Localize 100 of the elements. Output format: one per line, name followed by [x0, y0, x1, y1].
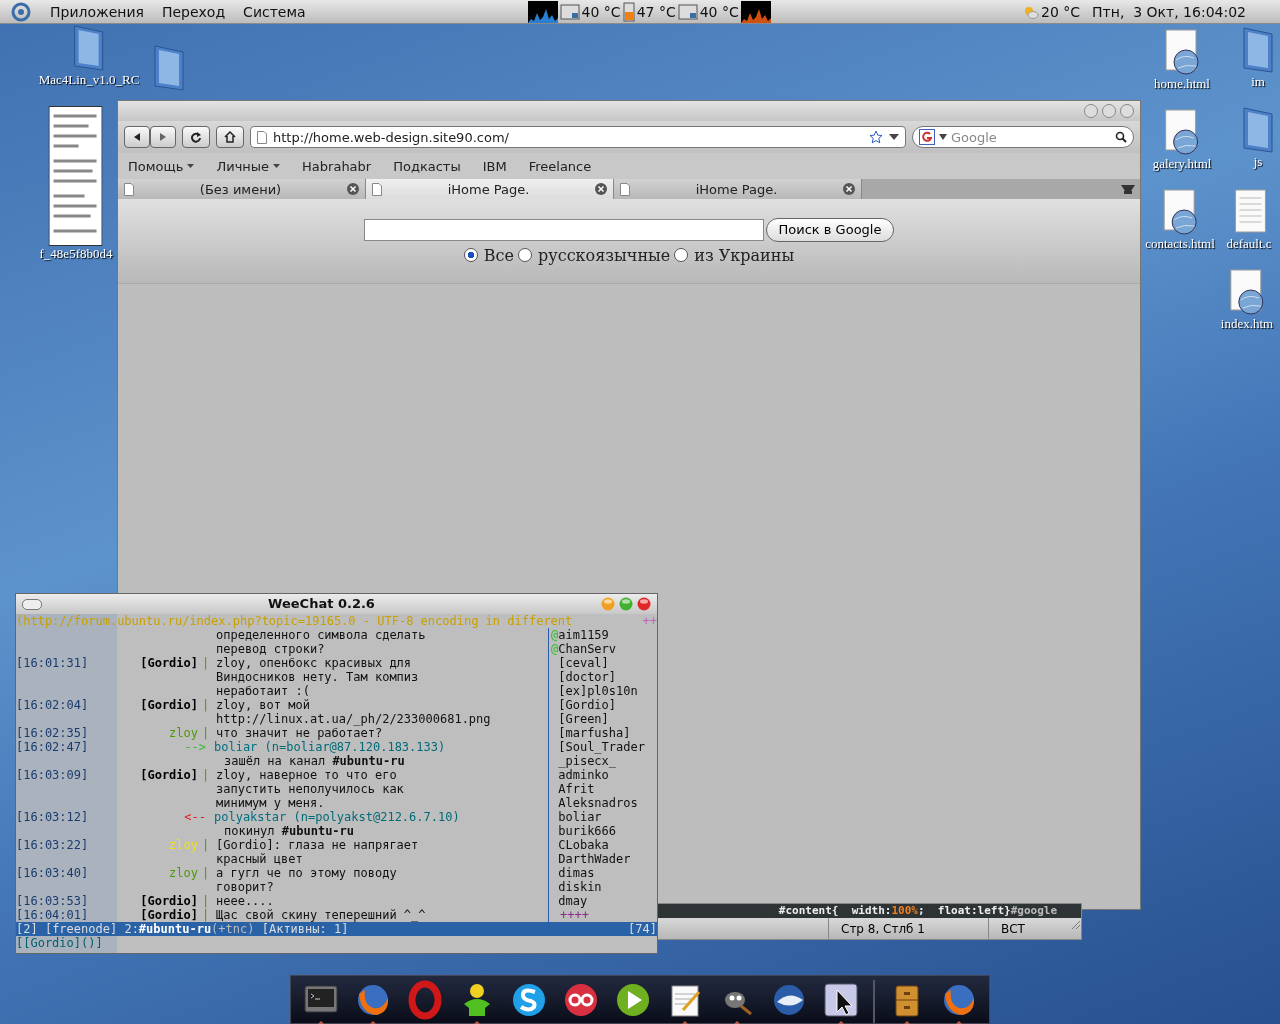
- nick-list-item[interactable]: [ex]pl0s10n: [558, 684, 638, 698]
- column-separator: |: [202, 656, 210, 670]
- bookmark-item[interactable]: Личные: [216, 158, 281, 174]
- clock[interactable]: Птн, 3 Окт, 16:04:02: [1092, 3, 1246, 20]
- message-text: запустить неполучилось как: [216, 782, 404, 796]
- panel-menu[interactable]: Система: [243, 3, 306, 20]
- home-button[interactable]: [216, 126, 244, 148]
- message-text: определенного символа сделать: [216, 628, 426, 642]
- g-logo-icon: [919, 129, 935, 145]
- load-graph: [527, 0, 558, 23]
- close-icon[interactable]: [347, 183, 359, 195]
- browser-tab[interactable]: iHome Page.: [614, 179, 862, 199]
- nick-list-item[interactable]: diskin: [558, 880, 602, 894]
- dropdown-icon[interactable]: [889, 133, 899, 141]
- search-icon[interactable]: [1115, 131, 1127, 143]
- nick-list-item[interactable]: CLobaka: [558, 838, 609, 852]
- nick: boliar: [214, 740, 258, 754]
- message-text: а гугл че по этому поводу: [216, 866, 397, 880]
- arrow-text: -->: [183, 740, 207, 754]
- nick-list-item[interactable]: boliar: [558, 810, 602, 824]
- radio-button[interactable]: [674, 248, 689, 262]
- message-text: неее....: [216, 894, 274, 908]
- google-search-button[interactable]: Поиск в Google: [765, 217, 895, 242]
- desktop-icon-label[interactable]: Mac4Lin_v1.0_RC: [38, 72, 140, 88]
- nick-list-item[interactable]: ChanServ: [558, 642, 617, 656]
- bookmark-item[interactable]: IBM: [482, 158, 507, 174]
- nick: zloy: [168, 866, 199, 880]
- nick-list-item[interactable]: [marfusha]: [558, 726, 631, 740]
- bookmark-item[interactable]: Habrahabr: [302, 158, 372, 174]
- bookmark-item[interactable]: Помощь: [128, 158, 195, 174]
- message-text: говорит?: [216, 880, 274, 894]
- message-text: zloy, опенбокс красивых для: [216, 656, 412, 670]
- reload-icon: [190, 131, 202, 143]
- nick-list-item[interactable]: [doctor]: [558, 670, 617, 684]
- host-text: (n=polyakst@212.6.7.10): [293, 810, 460, 824]
- desktop-icon-label[interactable]: contacts.html: [1145, 236, 1215, 252]
- address-field[interactable]: http://home.web-design.site90.com/: [250, 126, 906, 148]
- nick: [Gordio]: [139, 698, 199, 712]
- battery-icon: [622, 1, 635, 22]
- nick-list-item[interactable]: aim1159: [558, 628, 609, 642]
- host-text: (n=boliar@87.120.183.133): [264, 740, 446, 754]
- nick: zloy: [168, 726, 199, 740]
- nick-list-item[interactable]: Afrit: [558, 782, 595, 796]
- column-separator: |: [202, 698, 210, 712]
- nick-list-item[interactable]: Aleksnadros: [558, 796, 638, 810]
- close-icon[interactable]: [595, 183, 607, 195]
- drive-icon: [677, 1, 698, 22]
- timestamp: [16:02:47]: [16, 740, 90, 754]
- status-item: [2]: [16, 922, 38, 936]
- column-separator: |: [202, 894, 210, 908]
- nick-list-item[interactable]: [ceval]: [558, 656, 609, 670]
- timestamp: [16:03:09]: [16, 768, 90, 782]
- desktop-icon-label[interactable]: f_48e5f8b0d4: [39, 246, 113, 262]
- search-field[interactable]: Google: [912, 126, 1134, 148]
- nick-list-item[interactable]: DarthWader: [558, 852, 631, 866]
- nick-list-item[interactable]: _pisecx_: [558, 754, 617, 768]
- desktop-icon-label[interactable]: index.htm: [1220, 316, 1274, 332]
- status-item: #ubuntu-ru: [138, 922, 212, 936]
- timestamp: [16:02:04]: [16, 698, 90, 712]
- search-input[interactable]: [363, 218, 764, 241]
- desktop-icon-label[interactable]: default.c: [1226, 236, 1272, 252]
- nick-list-item[interactable]: [Green]: [558, 712, 609, 726]
- message-text: Щас свой скину теперешний ^_^: [216, 908, 426, 922]
- close-icon[interactable]: [843, 183, 855, 195]
- browser-tab[interactable]: iHome Page.: [366, 179, 614, 199]
- radio-label[interactable]: Все: [483, 245, 515, 265]
- star-icon[interactable]: [869, 130, 883, 144]
- nick-list-item[interactable]: adminko: [558, 768, 609, 782]
- resize-grip-icon: [1069, 918, 1081, 930]
- nick: [Gordio]: [139, 894, 199, 908]
- back-button[interactable]: [124, 126, 150, 148]
- nick-list-item[interactable]: [Gordio]: [558, 698, 617, 712]
- bookmark-item[interactable]: Freelance: [528, 158, 592, 174]
- nick-list-item[interactable]: [Soul_Trader: [558, 740, 645, 754]
- temperature-reading: 40 °C: [581, 3, 621, 20]
- window-button[interactable]: [637, 597, 651, 611]
- timestamp: [16:03:40]: [16, 866, 90, 880]
- panel-menu[interactable]: Переход: [161, 3, 226, 20]
- radio-label[interactable]: русскоязычные: [538, 245, 671, 265]
- message-text: zloy, вот мой: [216, 698, 310, 712]
- radio-label[interactable]: из Украины: [694, 245, 795, 265]
- bookmark-item[interactable]: Подкасты: [393, 158, 461, 174]
- status-item: 2:: [124, 922, 139, 936]
- page-icon: [257, 130, 267, 144]
- browser-tab[interactable]: (Без имени): [118, 179, 366, 199]
- reload-button[interactable]: [182, 126, 210, 148]
- forward-button[interactable]: [150, 126, 176, 148]
- window-button[interactable]: [22, 598, 42, 610]
- message-text: http://linux.at.ua/_ph/2/233000681.png: [216, 712, 491, 726]
- panel-menu[interactable]: Приложения: [50, 3, 144, 20]
- radio-button[interactable]: [463, 248, 478, 262]
- timestamp: [16:04:01]: [16, 908, 90, 922]
- nick-list-item[interactable]: dimas: [558, 866, 595, 880]
- dropdown-icon: [939, 134, 947, 140]
- page-icon: [620, 182, 630, 196]
- nick: zloy: [168, 838, 199, 852]
- page-icon: [124, 182, 134, 196]
- radio-button[interactable]: [518, 248, 533, 262]
- pointer-icon[interactable]: [821, 980, 861, 1020]
- nick-list-item[interactable]: burik666: [558, 824, 617, 838]
